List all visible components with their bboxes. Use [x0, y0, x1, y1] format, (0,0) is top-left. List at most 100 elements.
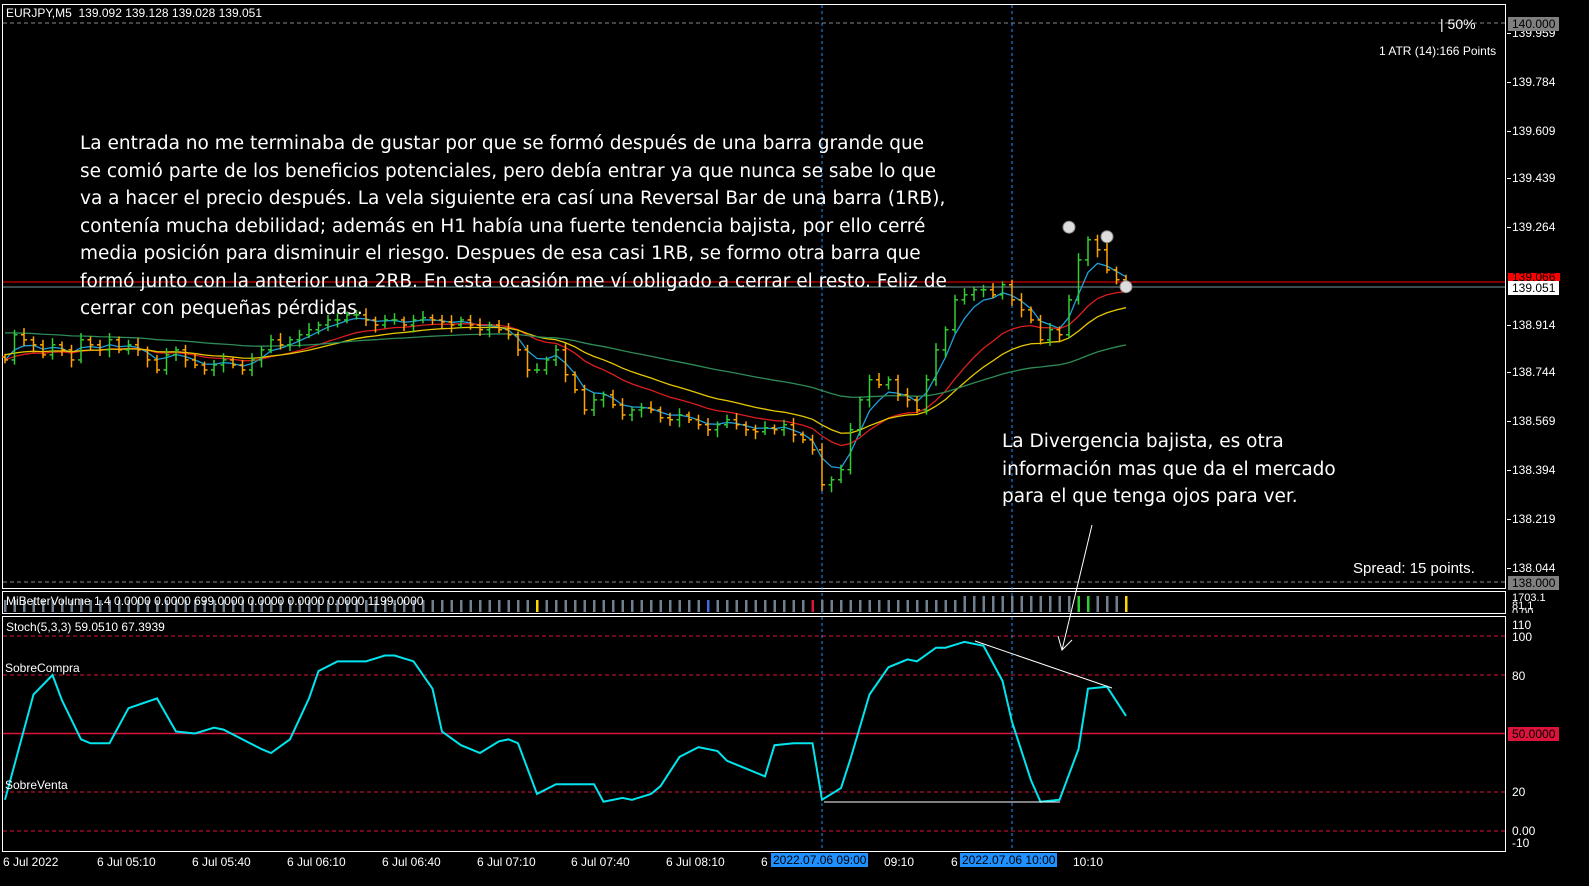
volume-bar	[887, 600, 890, 612]
crosshair-time-highlight: 2022.07.06 09:00	[771, 853, 869, 867]
price-axis-tick	[1507, 372, 1511, 374]
price-axis-label: 138.394	[1512, 463, 1556, 478]
volume-bar	[574, 600, 577, 612]
volume-bar	[840, 600, 843, 612]
volume-bar	[754, 600, 757, 612]
volume-bar	[1125, 596, 1128, 612]
stoch-axis-20: 20	[1512, 785, 1526, 799]
stoch-axis-100: 100	[1512, 630, 1533, 644]
volume-bar	[1115, 596, 1118, 612]
price-axis-label: 138.569	[1512, 414, 1556, 429]
volume-bar	[431, 600, 434, 612]
volume-bar	[602, 600, 605, 612]
volume-bar	[1058, 596, 1061, 612]
volume-bar	[688, 600, 691, 612]
volume-bar	[916, 600, 919, 612]
price-axis-tick	[1507, 33, 1511, 34]
price-axis-tick	[1507, 178, 1511, 180]
volume-bar	[488, 600, 491, 612]
stoch-axis-80: 80	[1512, 669, 1526, 683]
symbol-label: EURJPY,M5	[6, 6, 72, 20]
time-label: 09:10	[884, 855, 915, 869]
volume-bar	[479, 600, 482, 612]
volume-bar	[650, 600, 653, 612]
price-axis-tick	[1507, 227, 1511, 229]
price-axis-tick	[1507, 130, 1511, 132]
volume-bar	[450, 600, 453, 612]
spread-label: Spread: 15 points.	[1353, 560, 1475, 577]
time-label: 6	[761, 855, 768, 869]
volume-bar	[564, 600, 567, 612]
volume-bar	[1011, 596, 1014, 612]
volume-bar	[935, 600, 938, 612]
volume-bar	[830, 600, 833, 612]
price-marker-red: 139.066	[1508, 273, 1560, 281]
volume-bar	[498, 600, 501, 612]
volume-bar	[773, 600, 776, 612]
time-label: 6 Jul 07:40	[571, 855, 630, 869]
price-marker-top: 140.000	[1508, 17, 1560, 31]
volume-bar	[707, 600, 710, 612]
volume-bar	[878, 600, 881, 612]
percent-label: | 50%	[1440, 16, 1476, 32]
volume-bar	[460, 600, 463, 612]
volume-bar	[583, 600, 586, 612]
volume-bar	[659, 600, 662, 612]
price-axis-label: 139.439	[1512, 171, 1556, 186]
volume-bar	[735, 600, 738, 612]
volume-bar	[517, 600, 520, 612]
price-axis-tick	[1507, 470, 1511, 472]
time-label: 6 Jul 06:40	[382, 855, 441, 869]
volume-bar	[678, 600, 681, 612]
volume-bar	[944, 600, 947, 612]
volume-bar	[469, 600, 472, 612]
price-axis-tick	[1507, 421, 1511, 423]
volume-bar	[1030, 596, 1033, 612]
volume-bar	[1049, 596, 1052, 612]
volume-bar	[963, 596, 966, 612]
stoch-axis-minus10: -10	[1512, 836, 1530, 850]
oversold-label: SobreVenta	[5, 778, 68, 792]
trade-annotation: La entrada no me terminaba de gustar por…	[80, 133, 947, 319]
volume-bar	[783, 600, 786, 612]
volume-bar	[821, 600, 824, 612]
volume-bar	[992, 596, 995, 612]
volume-bar	[849, 600, 852, 612]
price-axis-tick	[1507, 324, 1511, 326]
volume-bar	[1106, 596, 1109, 612]
price-axis-tick	[1507, 519, 1511, 521]
volume-title: MiBetterVolume 1.4 0.0000 0.0000 699.000…	[6, 594, 424, 608]
volume-bar	[811, 600, 814, 612]
volume-bar	[441, 600, 444, 612]
volume-bar	[507, 600, 510, 612]
time-label: 6 Jul 06:10	[287, 855, 346, 869]
volume-bar	[593, 600, 596, 612]
trade-marker-icon	[1100, 230, 1114, 244]
price-axis-label: 138.744	[1512, 365, 1556, 380]
price-axis-label: 139.609	[1512, 123, 1556, 138]
volume-bar	[745, 600, 748, 612]
time-label: 6 Jul 05:40	[192, 855, 251, 869]
stochastic-line	[4, 640, 1127, 803]
price-axis-tick	[1507, 81, 1511, 83]
current-price-marker: 139.051	[1508, 281, 1560, 295]
volume-bar	[1001, 596, 1004, 612]
volume-bar	[1068, 596, 1071, 612]
volume-bar	[726, 600, 729, 612]
trade-marker-icon	[1062, 220, 1076, 234]
volume-bar	[612, 600, 615, 612]
volume-bar	[1087, 596, 1090, 612]
volume-bar	[621, 600, 624, 612]
time-label: 6 Jul 08:10	[666, 855, 725, 869]
volume-bar	[897, 600, 900, 612]
volume-bar	[669, 600, 672, 612]
volume-bar	[526, 600, 529, 612]
percent-value: 50%	[1447, 16, 1476, 32]
price-axis-label: 138.219	[1512, 512, 1556, 527]
volume-bar	[868, 600, 871, 612]
volume-bar	[640, 600, 643, 612]
ohlc-values: 139.092 139.128 139.028 139.051	[78, 6, 262, 20]
volume-bar	[536, 600, 539, 612]
arrow-line	[1061, 524, 1093, 651]
time-label: 10:10	[1073, 855, 1104, 869]
